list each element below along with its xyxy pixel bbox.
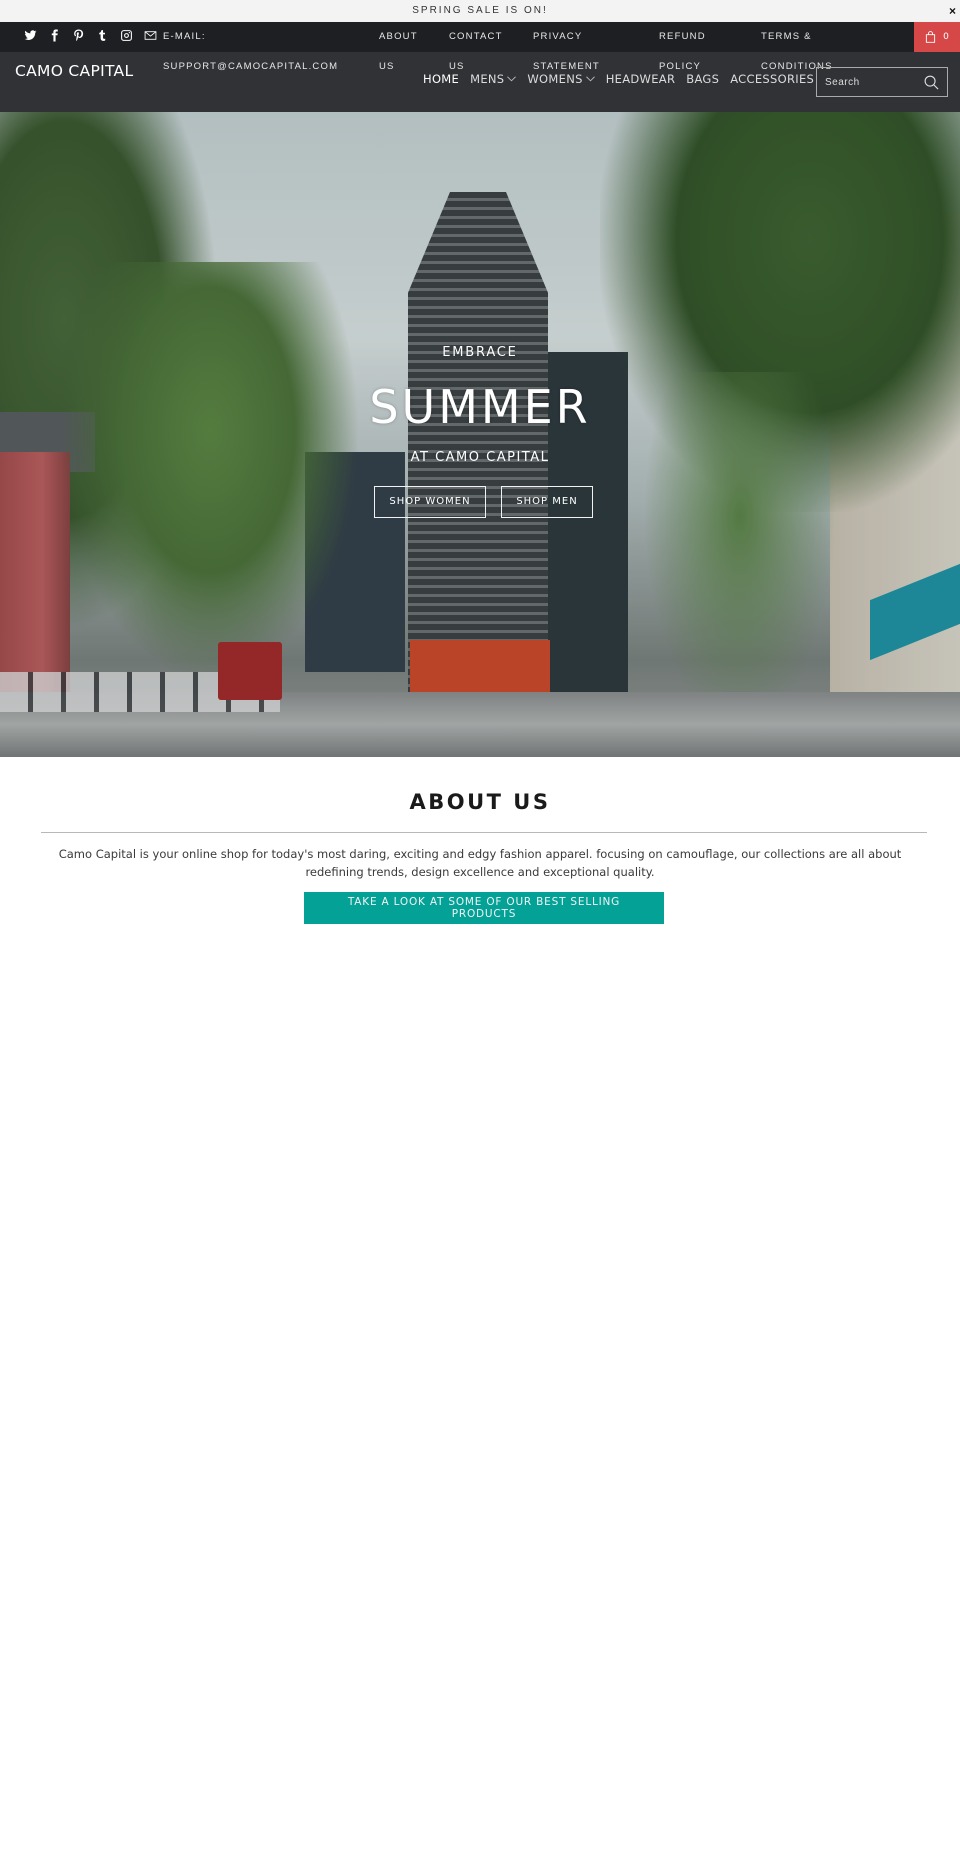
nav-item-womens[interactable]: WOMENS	[527, 72, 595, 86]
nav-item-mens[interactable]: MENS	[470, 72, 517, 86]
email-label: E-MAIL:	[163, 31, 206, 42]
hero-title: SUMMER	[369, 380, 591, 434]
close-announcement-button[interactable]: ×	[949, 0, 956, 22]
section-divider	[41, 832, 927, 833]
site-logo[interactable]: CAMO CAPITAL	[15, 62, 133, 80]
cart-count: 0	[943, 32, 949, 42]
shop-women-button[interactable]: SHOP WOMEN	[374, 486, 486, 518]
pinterest-icon[interactable]	[66, 27, 90, 45]
cart-button[interactable]: 0	[914, 22, 960, 52]
search-input[interactable]	[825, 76, 920, 88]
toplink-about-us[interactable]: ABOUT	[379, 22, 418, 52]
tumblr-icon[interactable]	[90, 27, 114, 45]
twitter-icon[interactable]	[18, 27, 42, 45]
announcement-bar: SPRING SALE IS ON! ×	[0, 0, 960, 22]
toplink-refund-policy[interactable]: REFUND	[659, 22, 706, 52]
about-description: Camo Capital is your online shop for tod…	[58, 847, 902, 879]
toplink-terms-conditions[interactable]: TERMS &	[761, 22, 812, 52]
main-nav: HOME MENS WOMENS HEADWEAR BAGS ACCESSORI…	[423, 72, 814, 86]
shop-men-button[interactable]: SHOP MEN	[501, 486, 593, 518]
instagram-icon[interactable]	[114, 27, 138, 45]
search-box[interactable]	[816, 67, 948, 97]
facebook-icon[interactable]	[42, 27, 66, 45]
social-links	[18, 27, 162, 45]
hero-overlay	[0, 112, 960, 757]
nav-item-headwear[interactable]: HEADWEAR	[606, 72, 676, 86]
email-address-link[interactable]: SUPPORT@CAMOCAPITAL.COM	[163, 52, 338, 82]
chevron-down-icon	[585, 76, 595, 82]
hero-banner: EMBRACE SUMMER AT CAMO CAPITAL SHOP WOME…	[0, 112, 960, 757]
toplink-label: ABOUT	[379, 31, 418, 42]
nav-item-home[interactable]: HOME	[423, 72, 459, 86]
toplink-about-us-line2[interactable]: US	[379, 52, 395, 82]
nav-item-accessories[interactable]: ACCESSORIES	[730, 72, 814, 86]
announcement-text: SPRING SALE IS ON!	[412, 5, 548, 16]
chevron-down-icon	[507, 76, 517, 82]
email-icon[interactable]	[138, 27, 162, 45]
hero-subtitle: AT CAMO CAPITAL	[410, 450, 550, 465]
search-icon[interactable]	[924, 75, 939, 90]
shopping-bag-icon	[926, 31, 936, 43]
nav-label: MENS	[470, 72, 505, 86]
nav-label: ACCESSORIES	[730, 72, 815, 86]
nav-label: BAGS	[686, 72, 720, 86]
about-title: ABOUT US	[409, 790, 551, 814]
toplink-contact-us[interactable]: CONTACT	[449, 22, 503, 52]
best-sellers-button[interactable]: TAKE A LOOK AT SOME OF OUR BEST SELLING …	[304, 892, 664, 924]
nav-label: HOME	[423, 72, 460, 86]
nav-item-bags[interactable]: BAGS	[686, 72, 719, 86]
hero-pretitle: EMBRACE	[442, 345, 518, 360]
nav-label: HEADWEAR	[605, 72, 676, 86]
nav-label: WOMENS	[527, 72, 583, 86]
toplink-privacy-statement[interactable]: PRIVACY	[533, 22, 582, 52]
